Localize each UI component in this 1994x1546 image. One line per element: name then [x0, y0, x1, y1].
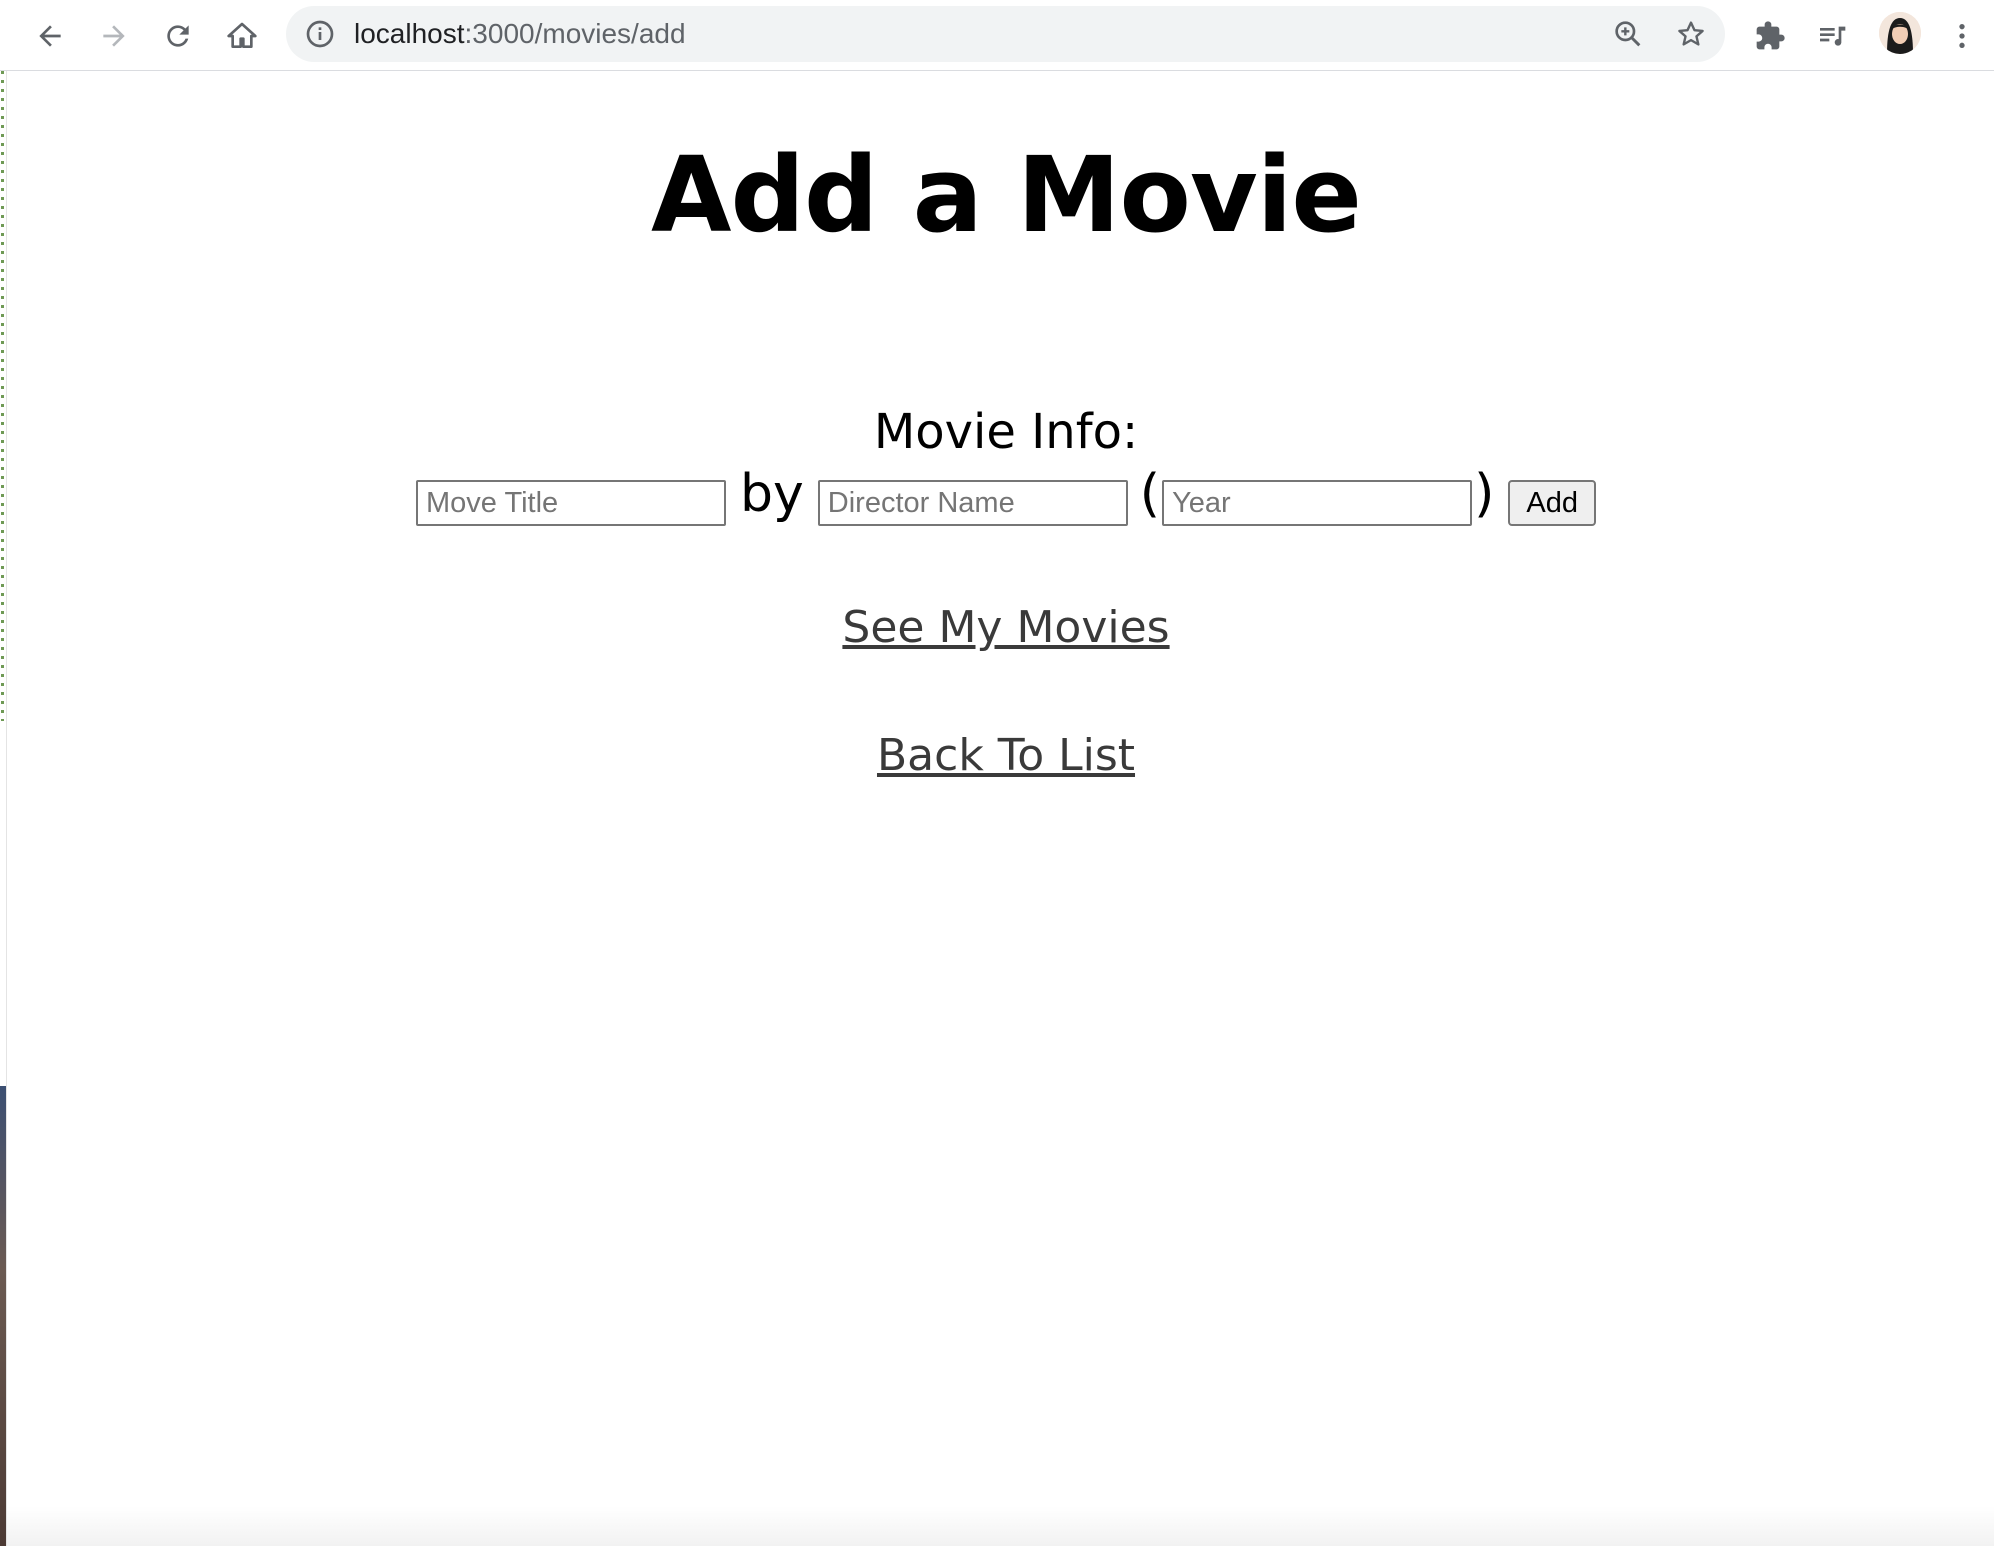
home-icon[interactable] [218, 12, 266, 60]
movie-info-label: Movie Info: [873, 404, 1139, 460]
close-paren-text: ) [1474, 464, 1495, 524]
url-host: localhost [354, 18, 465, 49]
zoom-icon[interactable] [1612, 18, 1644, 50]
browser-toolbar: localhost:3000/movies/add [0, 0, 1994, 71]
desktop-wallpaper-strip [0, 1086, 6, 1546]
site-info-icon[interactable] [304, 18, 336, 50]
media-control-icon[interactable] [1808, 12, 1856, 60]
add-movie-form: by ( ) Add [7, 464, 1994, 526]
url-path: :3000/movies/add [464, 18, 686, 49]
open-paren-text: ( [1139, 464, 1161, 524]
window-edge [0, 71, 7, 1546]
back-arrow-icon[interactable] [26, 12, 74, 60]
page-viewport: Add a Movie Movie Info: by ( ) Add See M… [7, 72, 1994, 1546]
movie-title-input[interactable] [416, 480, 726, 526]
url-text[interactable]: localhost:3000/movies/add [354, 6, 686, 62]
bookmark-star-icon[interactable] [1675, 18, 1707, 50]
director-name-input[interactable] [817, 480, 1128, 526]
add-button[interactable]: Add [1508, 480, 1596, 526]
see-my-movies-link[interactable]: See My Movies [7, 602, 1994, 653]
window-edge-dots [1, 71, 4, 721]
avatar[interactable] [1879, 12, 1921, 54]
menu-kebab-icon[interactable] [1938, 12, 1986, 60]
forward-arrow-icon[interactable] [90, 12, 138, 60]
reload-icon[interactable] [154, 12, 202, 60]
page-title: Add a Movie [651, 134, 1362, 256]
bottom-shadow [7, 1506, 1994, 1546]
extensions-icon[interactable] [1746, 12, 1794, 60]
by-text: by [740, 464, 804, 524]
year-input[interactable] [1162, 480, 1473, 526]
address-bar[interactable]: localhost:3000/movies/add [286, 6, 1725, 62]
back-to-list-link[interactable]: Back To List [7, 730, 1994, 781]
